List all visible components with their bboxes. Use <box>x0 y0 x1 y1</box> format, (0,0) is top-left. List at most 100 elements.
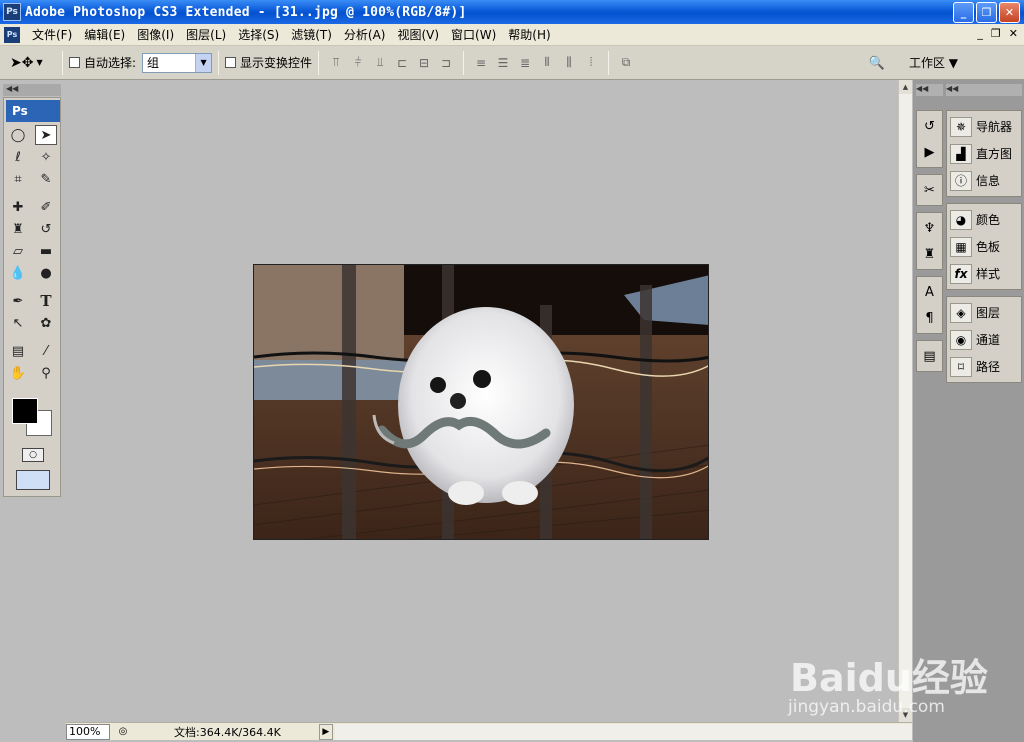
swatches-grid-icon: ▦ <box>950 236 972 257</box>
panel-tab-swatches[interactable]: ▦ 色板 <box>947 233 1021 260</box>
zoom-level-field[interactable]: 100% <box>66 723 110 740</box>
scroll-up-icon[interactable]: ▲ <box>899 80 912 94</box>
menu-help[interactable]: 帮助(H) <box>502 26 556 43</box>
move-icon[interactable]: ➤ <box>35 125 57 145</box>
crop-icon[interactable]: ⌗ <box>7 169 29 189</box>
window-titlebar: Ps Adobe Photoshop CS3 Extended - [31..j… <box>0 0 1024 24</box>
status-menu-arrow-icon[interactable]: ▶ <box>318 723 333 740</box>
quick-mask-icon[interactable]: ○ <box>22 448 44 462</box>
distribute-hcenter-icon[interactable]: ⫼ <box>560 55 578 71</box>
history-brush-icon[interactable]: ↺ <box>35 219 57 239</box>
paragraph-panel-icon[interactable]: ¶ <box>917 305 942 331</box>
workspace-menu[interactable]: 工作区 ▼ <box>909 54 958 71</box>
auto-align-icon[interactable]: ⧉ <box>617 55 635 71</box>
minimize-button[interactable]: _ <box>953 2 974 23</box>
type-icon[interactable]: T <box>35 291 57 311</box>
history-panel-icon[interactable]: ↺ <box>917 113 942 139</box>
panel-tab-channels[interactable]: ◉ 通道 <box>947 326 1021 353</box>
options-bar: ➤✥ ▼ 自动选择: 组 ▼ 显示变换控件 ⫪ ⫩ ⫫ ⊏ ⊟ ⊐ ≡ ☰ ≣ … <box>0 46 1024 80</box>
layer-comps-icon[interactable]: ▤ <box>917 343 942 369</box>
character-panel-icon[interactable]: A <box>917 279 942 305</box>
show-transform-label: 显示变换控件 <box>240 56 313 70</box>
pen-icon[interactable]: ✒ <box>7 291 29 311</box>
panel-tab-layers[interactable]: ◈ 图层 <box>947 299 1021 326</box>
align-left-icon[interactable]: ⊏ <box>393 55 411 71</box>
watermark-url: jingyan.baidu.com <box>788 697 945 717</box>
panel-tab-info[interactable]: ⓘ 信息 <box>947 167 1021 194</box>
panel-label: 导航器 <box>976 120 1013 134</box>
menu-file[interactable]: 文件(F) <box>26 26 78 43</box>
icon-column-collapse[interactable]: ◀◀ <box>916 84 943 96</box>
hand-icon[interactable]: ✋ <box>7 363 29 383</box>
shape-icon[interactable]: ✿ <box>35 313 57 333</box>
panel-group-navigator: ✵ 导航器 ▟ 直方图 ⓘ 信息 <box>946 110 1022 197</box>
menu-layer[interactable]: 图层(L) <box>180 26 232 43</box>
auto-select-value: 组 <box>147 56 160 70</box>
brush-icon[interactable]: ✐ <box>35 197 57 217</box>
healing-brush-icon[interactable]: ✚ <box>7 197 29 217</box>
document-image[interactable] <box>253 264 709 540</box>
tool-presets-icon[interactable]: ✂ <box>917 177 942 203</box>
show-transform-checkbox[interactable] <box>225 57 237 68</box>
menu-edit[interactable]: 编辑(E) <box>78 26 131 43</box>
magic-wand-icon[interactable]: ✧ <box>35 147 57 167</box>
marquee-icon[interactable]: ◯ <box>7 125 29 145</box>
panel-tab-paths[interactable]: ⌑ 路径 <box>947 353 1021 380</box>
horizontal-scrollbar[interactable] <box>334 723 912 740</box>
menu-select[interactable]: 选择(S) <box>232 26 285 43</box>
menu-analysis[interactable]: 分析(A) <box>338 26 392 43</box>
actions-panel-icon[interactable]: ▶ <box>917 139 942 165</box>
align-right-icon[interactable]: ⊐ <box>437 55 455 71</box>
menu-window[interactable]: 窗口(W) <box>445 26 502 43</box>
restore-button[interactable]: ❐ <box>976 2 997 23</box>
panel-tab-histogram[interactable]: ▟ 直方图 <box>947 140 1021 167</box>
brushes-panel-icon[interactable]: ♆ <box>917 215 942 241</box>
doc-restore-button[interactable]: ❐ <box>991 27 1001 40</box>
align-vcenter-icon[interactable]: ⫩ <box>349 55 367 71</box>
screen-mode-icon[interactable] <box>16 470 50 490</box>
doc-minimize-button[interactable]: _ <box>977 27 983 40</box>
info-icon: ⓘ <box>950 170 972 191</box>
lasso-icon[interactable]: ℓ <box>7 147 29 167</box>
zoom-icon[interactable]: ⚲ <box>35 363 57 383</box>
document-window-controls: _ ❐ ✕ <box>977 27 1018 40</box>
foreground-color-swatch[interactable] <box>12 398 38 424</box>
auto-select-dropdown[interactable]: 组 ▼ <box>142 52 213 73</box>
align-top-icon[interactable]: ⫪ <box>327 55 345 71</box>
panel-column-collapse[interactable]: ◀◀ <box>946 84 1022 96</box>
distribute-vcenter-icon[interactable]: ☰ <box>494 55 512 71</box>
photoshop-logo-icon: Ps <box>3 3 21 21</box>
tools-panel-collapse[interactable]: ◀◀ <box>3 84 61 96</box>
eraser-icon[interactable]: ▱ <box>7 241 29 261</box>
eyedropper-icon[interactable]: ⁄ <box>35 341 57 361</box>
path-select-icon[interactable]: ↖ <box>7 313 29 333</box>
doc-close-button[interactable]: ✕ <box>1009 27 1018 40</box>
gradient-icon[interactable]: ▬ <box>35 241 57 261</box>
slice-icon[interactable]: ✎ <box>35 169 57 189</box>
distribute-bottom-icon[interactable]: ≣ <box>516 55 534 71</box>
align-hcenter-icon[interactable]: ⊟ <box>415 55 433 71</box>
menu-view[interactable]: 视图(V) <box>391 26 445 43</box>
status-info-icon[interactable]: ◎ <box>114 724 132 740</box>
dog-photo-image <box>254 265 708 539</box>
blur-icon[interactable]: 💧 <box>7 263 29 283</box>
panel-tab-color[interactable]: ◕ 颜色 <box>947 206 1021 233</box>
bridge-icon[interactable]: 🔍 <box>866 52 888 74</box>
tool-preset-picker[interactable]: ➤✥ ▼ <box>10 50 56 76</box>
distribute-right-icon[interactable]: ⦙ <box>582 55 600 71</box>
document-icon[interactable]: Ps <box>4 26 20 43</box>
align-bottom-icon[interactable]: ⫫ <box>371 55 389 71</box>
close-button[interactable]: ✕ <box>999 2 1020 23</box>
clone-stamp-icon[interactable]: ♜ <box>7 219 29 239</box>
distribute-top-icon[interactable]: ≡ <box>472 55 490 71</box>
clone-source-icon[interactable]: ♜ <box>917 241 942 267</box>
notes-icon[interactable]: ▤ <box>7 341 29 361</box>
menu-filter[interactable]: 滤镜(T) <box>285 26 338 43</box>
distribute-left-icon[interactable]: ⦀ <box>538 55 556 71</box>
separator <box>608 50 610 75</box>
menu-image[interactable]: 图像(I) <box>131 26 180 43</box>
auto-select-checkbox[interactable] <box>69 57 80 68</box>
panel-tab-navigator[interactable]: ✵ 导航器 <box>947 113 1021 140</box>
dodge-icon[interactable]: ● <box>35 263 57 283</box>
panel-tab-styles[interactable]: fx 样式 <box>947 260 1021 287</box>
